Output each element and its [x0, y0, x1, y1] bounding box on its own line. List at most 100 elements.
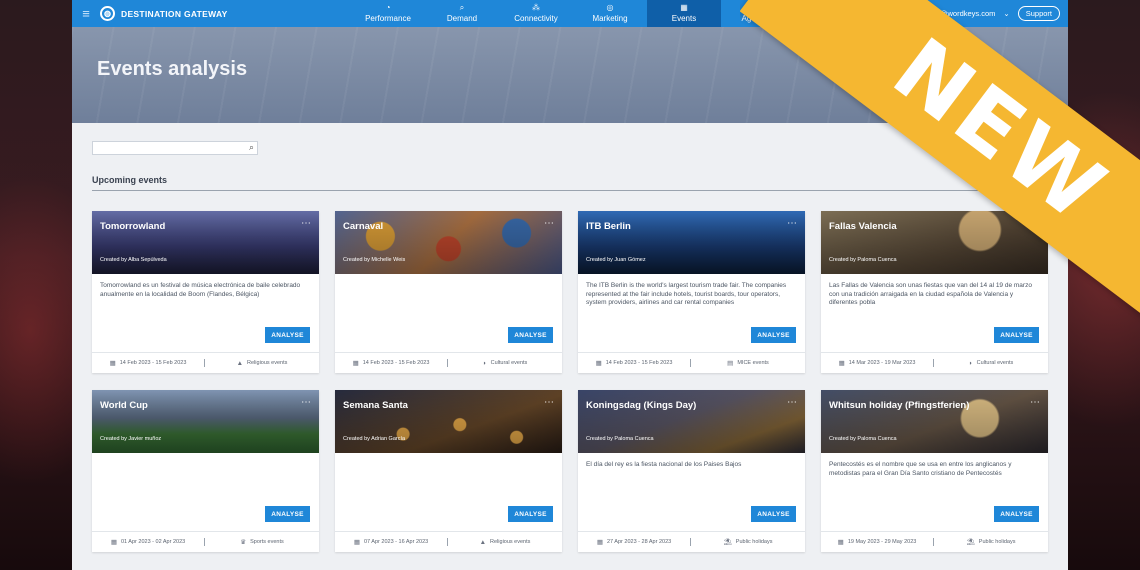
nav-item-agencies[interactable]: ▤ Agencies	[721, 0, 795, 27]
event-card-title: Semana Santa	[343, 400, 408, 411]
masks-icon: ◗	[968, 359, 973, 367]
search-icon[interactable]: ⌕	[249, 142, 254, 153]
event-category: MICE events	[737, 360, 769, 366]
event-card-description	[335, 274, 562, 322]
event-card-creator: Created by Michelle Weis	[343, 257, 406, 263]
section-title: Upcoming events	[92, 175, 168, 185]
trophy-icon: ♛	[240, 539, 247, 546]
event-card-title: World Cup	[100, 400, 148, 411]
nav-item-performance[interactable]: ◔ Performance	[351, 0, 425, 27]
nav-item-connectivity[interactable]: ⁂ Connectivity	[499, 0, 573, 27]
event-card-creator: Created by Juan Gómez	[586, 257, 646, 263]
event-card-description: The ITB Berlin is the world's largest to…	[586, 282, 787, 306]
nav-label: Connectivity	[514, 14, 558, 23]
event-category: Cultural events	[490, 360, 528, 366]
target-icon: ◎	[606, 3, 614, 12]
top-navigation-bar: ≡ ◍ DESTINATION GATEWAY ◔ Performance ⌕ …	[72, 0, 1068, 27]
events-grid: Tomorrowland ⋯ Created by Alba Sepúlveda…	[92, 211, 1048, 552]
event-card-description	[335, 453, 562, 501]
event-card-footer: ▦ 14 Mar 2023 - 19 Mar 2023 ◗ Cultural eve…	[821, 352, 1048, 373]
nav-label: Agencies	[741, 14, 775, 23]
analyse-button[interactable]: ANALYSE	[751, 327, 796, 343]
event-card-title: Fallas Valencia	[829, 221, 897, 232]
search-box: ⌕	[92, 141, 258, 160]
calendar-icon: ▦	[352, 360, 359, 367]
event-card-description	[92, 453, 319, 501]
chevron-down-icon[interactable]: ⌄	[1003, 9, 1009, 18]
network-icon: ⁂	[532, 3, 540, 12]
analyse-button[interactable]: ANALYSE	[994, 506, 1039, 522]
event-card-footer: ▦ 27 Apr 2023 - 28 Apr 2023 ⛱ Public holid…	[578, 531, 805, 552]
event-date-range: 14 Feb 2023 - 15 Feb 2023	[362, 360, 430, 366]
event-card-image: ITB Berlin ⋯ Created by Juan Gómez	[578, 211, 805, 274]
event-date-range: 14 Feb 2023 - 15 Feb 2023	[605, 360, 673, 366]
event-category: Public holidays	[735, 539, 773, 545]
more-options-icon[interactable]: ⋯	[301, 218, 311, 229]
calendar-icon: ▦	[837, 539, 844, 546]
event-card-image: Whitsun holiday (Pfingstferien) ⋯ Create…	[821, 390, 1048, 453]
calendar-icon: ▦	[353, 539, 360, 546]
beach-icon: ⛱	[966, 539, 975, 546]
brand-logo[interactable]: ◍ DESTINATION GATEWAY	[100, 0, 340, 27]
page-hero: Events analysis	[72, 27, 1068, 123]
support-button[interactable]: Support	[1017, 6, 1060, 21]
user-area: info@wordkeys.com ⌄ Support	[928, 0, 1060, 27]
event-category: Religious events	[490, 539, 531, 545]
nav-label: Demand	[446, 14, 478, 23]
calendar-icon: ▦	[595, 360, 602, 367]
analyse-button[interactable]: ANALYSE	[508, 327, 553, 343]
page-title: Events analysis	[97, 58, 248, 80]
more-options-icon[interactable]: ⋯	[301, 397, 311, 408]
event-category: Sports events	[250, 539, 284, 545]
user-email[interactable]: info@wordkeys.com	[928, 9, 996, 18]
analyse-button[interactable]: ANALYSE	[508, 506, 553, 522]
hamburger-menu-icon[interactable]: ≡	[72, 0, 100, 27]
event-card: World Cup ⋯ Created by Javier muñoz ANAL…	[92, 390, 319, 552]
event-date-range: 07 Apr 2023 - 16 Apr 2023	[363, 539, 429, 545]
main-content: ⌕ Upcoming events Tomorrowland ⋯ Created…	[72, 123, 1068, 552]
event-card-image: Tomorrowland ⋯ Created by Alba Sepúlveda	[92, 211, 319, 274]
more-options-icon[interactable]: ⋯	[1030, 397, 1040, 408]
event-card-creator: Created by Paloma Cuenca	[586, 436, 654, 442]
nav-item-marketing[interactable]: ◎ Marketing	[573, 0, 647, 27]
search-input[interactable]	[93, 147, 243, 160]
more-options-icon[interactable]: ⋯	[544, 397, 554, 408]
event-card-creator: Created by Paloma Cuenca	[829, 257, 897, 263]
search-icon: ⌕	[459, 3, 465, 12]
event-card: Carnaval ⋯ Created by Michelle Weis ANAL…	[335, 211, 562, 373]
nav-label: Events	[671, 14, 697, 23]
more-options-icon[interactable]: ⋯	[787, 397, 797, 408]
event-date-range: 14 Mar 2023 - 19 Mar 2023	[848, 360, 916, 366]
nav-item-demand[interactable]: ⌕ Demand	[425, 0, 499, 27]
event-card-image: World Cup ⋯ Created by Javier muñoz	[92, 390, 319, 453]
event-card-image: Semana Santa ⋯ Created by Adrian García	[335, 390, 562, 453]
more-options-icon[interactable]: ⋯	[1030, 218, 1040, 229]
event-card-title: ITB Berlin	[586, 221, 631, 232]
calendar-icon: ▦	[596, 539, 603, 546]
analyse-button[interactable]: ANALYSE	[265, 506, 310, 522]
event-date-range: 27 Apr 2023 - 28 Apr 2023	[606, 539, 672, 545]
event-card-footer: ▦ 14 Feb 2023 - 15 Feb 2023 ▤ MICE events	[578, 352, 805, 373]
event-card-title: Whitsun holiday (Pfingstferien)	[829, 400, 970, 411]
analyse-button[interactable]: ANALYSE	[751, 506, 796, 522]
event-card-creator: Created by Javier muñoz	[100, 436, 162, 442]
event-card-footer: ▦ 07 Apr 2023 - 16 Apr 2023 ▲ Religious ev…	[335, 531, 562, 552]
event-card-title: Carnaval	[343, 221, 384, 232]
event-card: Tomorrowland ⋯ Created by Alba Sepúlveda…	[92, 211, 319, 373]
event-card-image: Koningsdag (Kings Day) ⋯ Created by Palo…	[578, 390, 805, 453]
more-options-icon[interactable]: ⋯	[787, 218, 797, 229]
beach-icon: ⛱	[723, 539, 732, 546]
event-card-footer: ▦ 14 Feb 2023 - 15 Feb 2023 ▲ Religious ev…	[92, 352, 319, 373]
briefcase-icon: ▤	[754, 3, 762, 12]
nav-item-events[interactable]: ▦ Events	[647, 0, 721, 27]
event-category: Public holidays	[978, 539, 1016, 545]
event-card-creator: Created by Paloma Cuenca	[829, 436, 897, 442]
analyse-button[interactable]: ANALYSE	[994, 327, 1039, 343]
event-card: Semana Santa ⋯ Created by Adrian García …	[335, 390, 562, 552]
briefcase-icon: ▤	[727, 360, 734, 367]
section-divider	[92, 190, 1038, 191]
event-card-image: Fallas Valencia ⋯ Created by Paloma Cuen…	[821, 211, 1048, 274]
analyse-button[interactable]: ANALYSE	[265, 327, 310, 343]
event-card-description: Tomorrowland es un festival de música el…	[100, 282, 301, 298]
more-options-icon[interactable]: ⋯	[544, 218, 554, 229]
